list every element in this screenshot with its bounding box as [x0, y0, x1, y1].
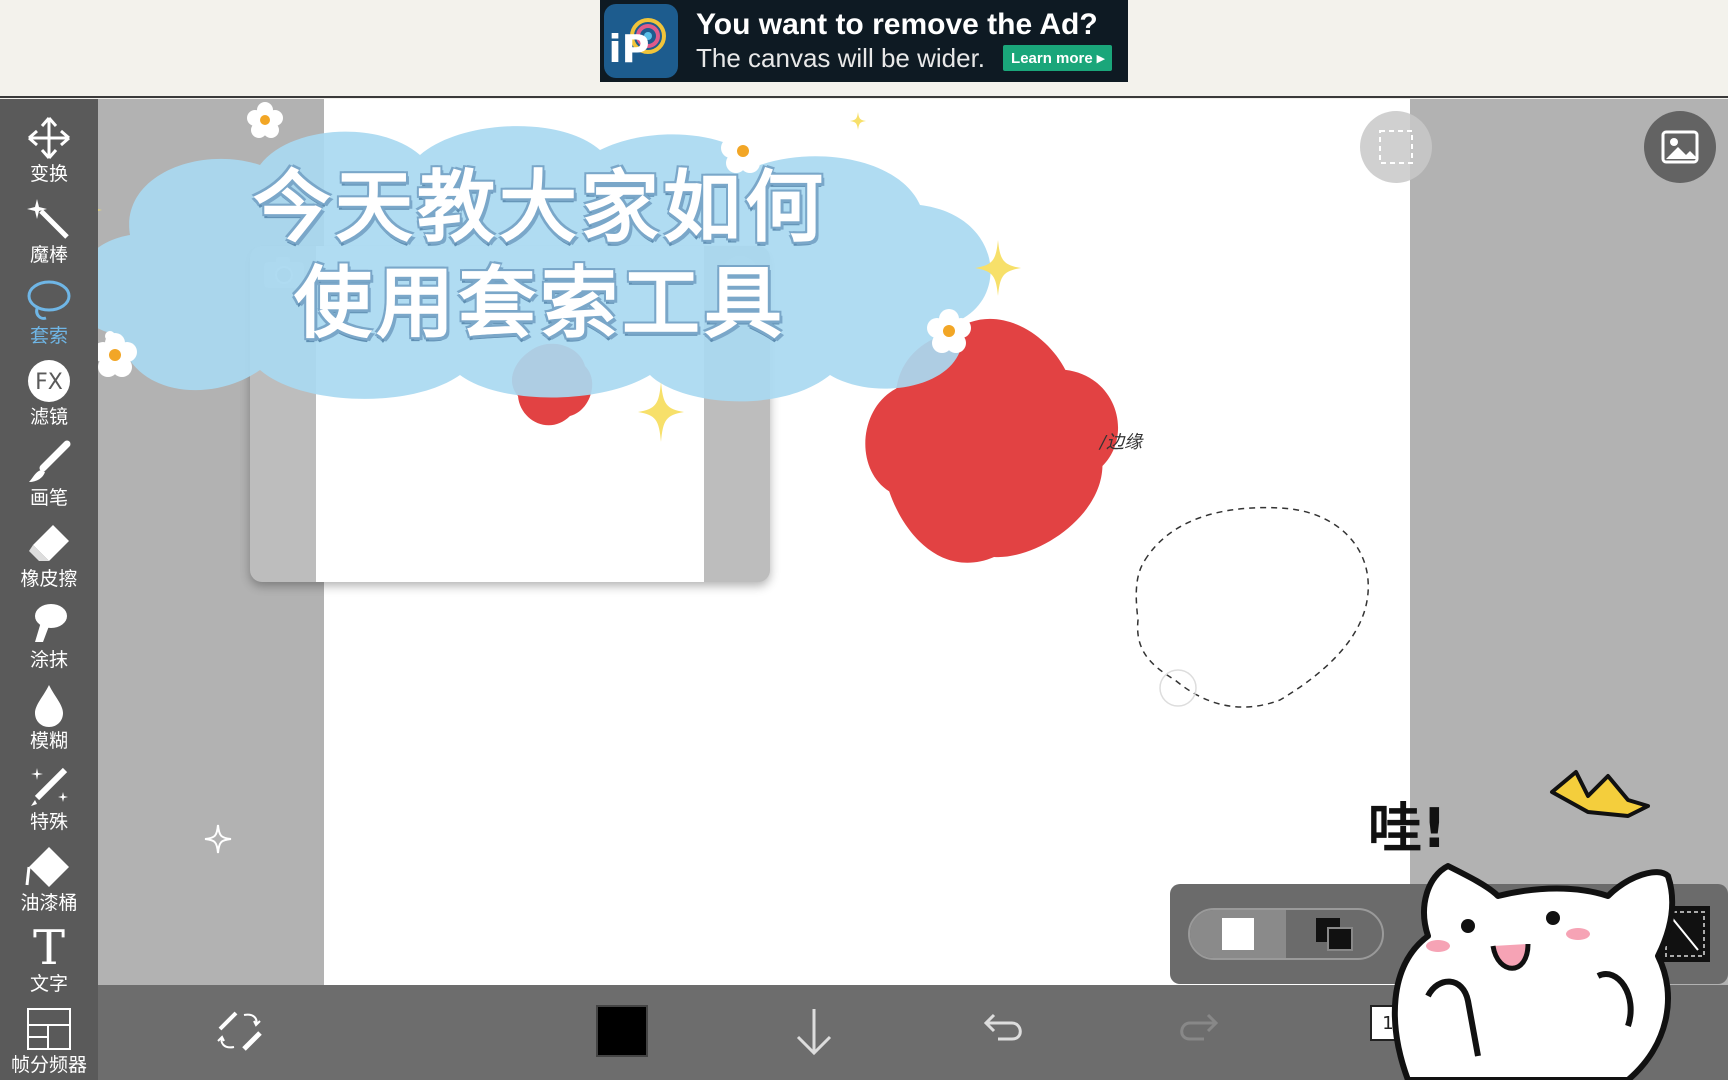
flower-icon [927, 309, 971, 353]
new-selection-option[interactable] [1190, 910, 1286, 958]
tool-magic-wand[interactable]: 魔棒 [0, 194, 98, 274]
paint-bucket-icon [24, 842, 74, 892]
sparkle-outline-icon [204, 824, 232, 854]
image-import-button[interactable] [1644, 111, 1716, 183]
tool-transform[interactable]: 变换 [0, 113, 98, 193]
tool-label: 橡皮擦 [20, 568, 78, 590]
swap-tools-button[interactable] [214, 1005, 266, 1057]
tool-frame-divider[interactable]: 帧分频器 [0, 1004, 98, 1080]
sparkle-icon [850, 112, 866, 130]
frame-divider-icon [24, 1004, 74, 1054]
app-root: iP You want to remove the Ad? The canvas… [0, 0, 1728, 1080]
svg-text:FX: FX [35, 370, 63, 395]
tool-blur[interactable]: 模糊 [0, 680, 98, 760]
learn-more-button[interactable]: Learn more ▸ [1003, 45, 1113, 71]
title-line-2: 使用套索工具 [293, 259, 786, 349]
ad-text: You want to remove the Ad? The canvas wi… [696, 8, 1113, 74]
selection-mode-toggle [1188, 908, 1384, 960]
lasso-selection-outline [1135, 506, 1369, 708]
selection-toggle-button[interactable] [1360, 111, 1432, 183]
image-icon [1661, 130, 1699, 164]
app-logo-icon: iP [604, 4, 678, 78]
special-pen-icon [24, 761, 74, 811]
tool-label: 文字 [29, 973, 68, 995]
eraser-icon [24, 518, 74, 568]
overlay-title: 今天教大家如何 使用套索工具 [230, 160, 850, 352]
arrow-down-icon [796, 1009, 832, 1056]
tool-label: 变换 [29, 163, 68, 185]
tool-label: 涂抹 [29, 649, 68, 671]
dashed-square-icon [1379, 130, 1413, 164]
current-color-swatch [596, 1005, 648, 1057]
download-button[interactable] [792, 1005, 836, 1057]
tool-bucket[interactable]: 油漆桶 [0, 842, 98, 922]
undo-button[interactable] [982, 1005, 1026, 1049]
overlap-squares-icon [1316, 918, 1353, 951]
tool-eraser[interactable]: 橡皮擦 [0, 518, 98, 598]
blur-drop-icon [24, 680, 74, 730]
sparkle-icon [975, 240, 1021, 296]
fx-icon: FX [24, 356, 74, 406]
tool-filter[interactable]: FX 滤镜 [0, 356, 98, 436]
tool-smudge[interactable]: 涂抹 [0, 599, 98, 679]
tool-sidebar: 变换 魔棒 套索 FX 滤镜 画笔 橡皮擦 涂抹 模糊 特殊 油漆桶 T 文字 … [0, 99, 98, 1080]
tool-label: 帧分频器 [10, 1054, 87, 1076]
tool-label: 油漆桶 [20, 892, 78, 914]
undo-icon [983, 1013, 1022, 1041]
logo-text: iP [608, 27, 650, 71]
flower-icon [247, 102, 283, 138]
brush-icon [24, 437, 74, 487]
tool-lasso[interactable]: 套索 [0, 275, 98, 355]
ad-subtitle: The canvas will be wider. [696, 43, 986, 73]
ad-bar: iP You want to remove the Ad? The canvas… [0, 0, 1728, 98]
move-arrows-icon [24, 113, 74, 163]
tool-special[interactable]: 特殊 [0, 761, 98, 841]
redo-icon [1180, 1013, 1219, 1041]
tool-brush[interactable]: 画笔 [0, 437, 98, 517]
tool-label: 特殊 [29, 811, 68, 833]
sparkle-icon [638, 382, 684, 442]
tool-label: 模糊 [29, 730, 68, 752]
tool-label: 滤镜 [29, 406, 68, 428]
text-icon: T [32, 920, 65, 976]
ad-banner[interactable]: iP You want to remove the Ad? The canvas… [600, 0, 1128, 82]
swap-tools-icon [217, 1011, 262, 1051]
redo-button[interactable] [1176, 1005, 1220, 1049]
tool-label: 魔棒 [29, 244, 68, 266]
tool-text[interactable]: T 文字 [0, 923, 98, 1003]
color-swatch-button[interactable] [596, 1005, 648, 1057]
ad-title: You want to remove the Ad? [696, 8, 1098, 41]
lasso-icon [24, 275, 74, 325]
cat-sticker [1391, 863, 1676, 1080]
magic-wand-icon [24, 194, 74, 244]
tool-label: 画笔 [29, 487, 68, 509]
handwritten-note: /边缘 [1100, 432, 1143, 453]
tool-label: 套索 [29, 325, 68, 347]
square-icon [1222, 918, 1254, 950]
smudge-finger-icon [24, 599, 74, 649]
title-line-1: 今天教大家如何 [252, 163, 827, 253]
